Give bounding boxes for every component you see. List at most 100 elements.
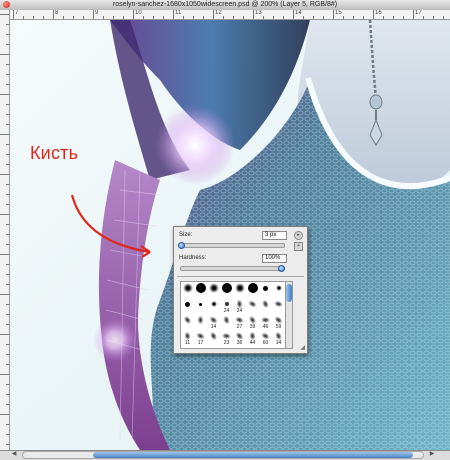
ruler-tick	[353, 16, 354, 19]
ruler-tick	[0, 374, 9, 375]
brush-tip-icon	[182, 299, 193, 309]
brush-preset-cell[interactable]	[246, 282, 259, 298]
ruler-label: 7	[15, 10, 19, 16]
horizontal-scrollbar-thumb[interactable]	[93, 452, 413, 458]
brush-preset-cell[interactable]: 44	[246, 330, 259, 346]
brush-tip-icon	[208, 330, 219, 342]
brush-tip-icon	[260, 298, 271, 310]
size-field[interactable]: 3 px	[262, 231, 287, 240]
brush-preset-cell[interactable]: 59	[272, 314, 285, 330]
horizontal-scrollbar[interactable]	[22, 451, 424, 459]
ruler-tick	[6, 324, 9, 325]
ruler-tick	[213, 10, 214, 19]
brush-preset-cell[interactable]	[194, 314, 207, 330]
ruler-tick	[103, 16, 104, 19]
horizontal-ruler[interactable]: 7 8 9 10 11 12 13 14 15 16 17	[9, 10, 450, 20]
brush-tip-icon	[234, 283, 245, 293]
brush-preset-cell[interactable]	[246, 298, 259, 314]
brush-preset-panel: Size: 3 px ▸ + Hardness: 100% 24 24 14 27 39…	[173, 226, 308, 354]
brush-preset-cell[interactable]	[207, 282, 220, 298]
scroll-right-arrow[interactable]: ▶	[428, 451, 436, 458]
brush-preset-cell[interactable]	[220, 314, 233, 330]
ruler-tick	[83, 16, 84, 19]
ruler-tick	[33, 16, 34, 19]
brush-preset-cell[interactable]	[207, 330, 220, 346]
brush-preset-cell[interactable]	[220, 282, 233, 298]
brush-preset-cell[interactable]: 39	[246, 314, 259, 330]
brush-preset-cell[interactable]	[259, 298, 272, 314]
brush-preset-cell[interactable]	[194, 282, 207, 298]
size-label: Size:	[179, 232, 193, 238]
ruler-tick	[383, 16, 384, 19]
brush-preset-cell[interactable]	[207, 298, 220, 314]
brush-preset-cell[interactable]: 23	[220, 330, 233, 346]
ruler-tick	[193, 16, 194, 19]
brush-preset-cell[interactable]: 14	[207, 314, 220, 330]
hardness-slider[interactable]	[180, 266, 285, 271]
brush-preset-cell[interactable]: 46	[259, 314, 272, 330]
brush-preset-cell[interactable]	[181, 282, 194, 298]
brush-preset-cell[interactable]: 36	[233, 330, 246, 346]
ruler-tick	[123, 16, 124, 19]
brush-tip-icon	[182, 314, 193, 326]
brush-annotation-label: Кисть	[30, 143, 79, 163]
new-preset-button[interactable]: +	[294, 242, 303, 251]
ruler-tick	[0, 334, 9, 335]
brush-preset-cell[interactable]	[181, 298, 194, 314]
ruler-tick	[393, 16, 394, 19]
brush-tip-icon	[208, 283, 219, 293]
ruler-tick	[223, 16, 224, 19]
brush-preset-cell[interactable]: 60	[259, 330, 272, 346]
vertical-ruler[interactable]	[0, 10, 10, 450]
ruler-tick	[233, 16, 234, 19]
ruler-tick	[13, 10, 14, 19]
ruler-tick	[0, 414, 9, 415]
ruler-tick	[253, 10, 254, 19]
panel-menu-button[interactable]: ▸	[294, 231, 303, 240]
scroll-left-arrow[interactable]: ◀	[10, 451, 18, 458]
size-slider-handle[interactable]	[178, 242, 185, 249]
preset-scrollbar-thumb[interactable]	[286, 284, 292, 302]
ruler-tick	[313, 16, 314, 19]
ruler-tick	[6, 364, 9, 365]
brush-tip-icon	[247, 283, 258, 293]
ruler-tick	[6, 44, 9, 45]
ruler-tick	[6, 444, 9, 445]
brush-preset-cell[interactable]	[233, 282, 246, 298]
ruler-tick	[143, 16, 144, 19]
ruler-label: 11	[175, 10, 182, 16]
brush-size-label: 14	[275, 340, 282, 346]
ruler-tick	[263, 16, 264, 19]
ruler-tick	[6, 264, 9, 265]
brush-preset-cell[interactable]	[272, 298, 285, 314]
brush-preset-cell[interactable]	[181, 314, 194, 330]
ruler-label: 15	[335, 10, 342, 16]
hardness-field[interactable]: 100%	[262, 254, 287, 263]
size-slider[interactable]	[180, 243, 285, 248]
ruler-tick	[93, 10, 94, 19]
hardness-slider-handle[interactable]	[278, 265, 285, 272]
brush-preset-cell[interactable]: 24	[220, 298, 233, 314]
ruler-label: 8	[55, 10, 59, 16]
brush-preset-cell[interactable]	[194, 298, 207, 314]
ruler-tick	[0, 214, 9, 215]
ruler-tick	[133, 10, 134, 19]
ruler-tick	[6, 284, 9, 285]
brush-size-label: 23	[223, 340, 230, 346]
brush-preset-cell[interactable]: 24	[233, 298, 246, 314]
brush-preset-cell[interactable]: 17	[194, 330, 207, 346]
ruler-tick	[0, 94, 9, 95]
ruler-tick	[63, 16, 64, 19]
brush-preset-cell[interactable]: 14	[272, 330, 285, 346]
brush-size-label: 36	[236, 340, 243, 346]
ruler-tick	[6, 114, 9, 115]
brush-preset-cell[interactable]: 11	[181, 330, 194, 346]
ruler-tick	[6, 384, 9, 385]
preset-scrollbar[interactable]	[285, 281, 293, 349]
brush-preset-cell[interactable]	[272, 282, 285, 298]
panel-divider	[177, 276, 304, 277]
panel-resize-grip[interactable]: ◢	[300, 344, 305, 351]
brush-preset-cell[interactable]: 27	[233, 314, 246, 330]
brush-preset-cell[interactable]	[259, 282, 272, 298]
ruler-tick	[6, 194, 9, 195]
